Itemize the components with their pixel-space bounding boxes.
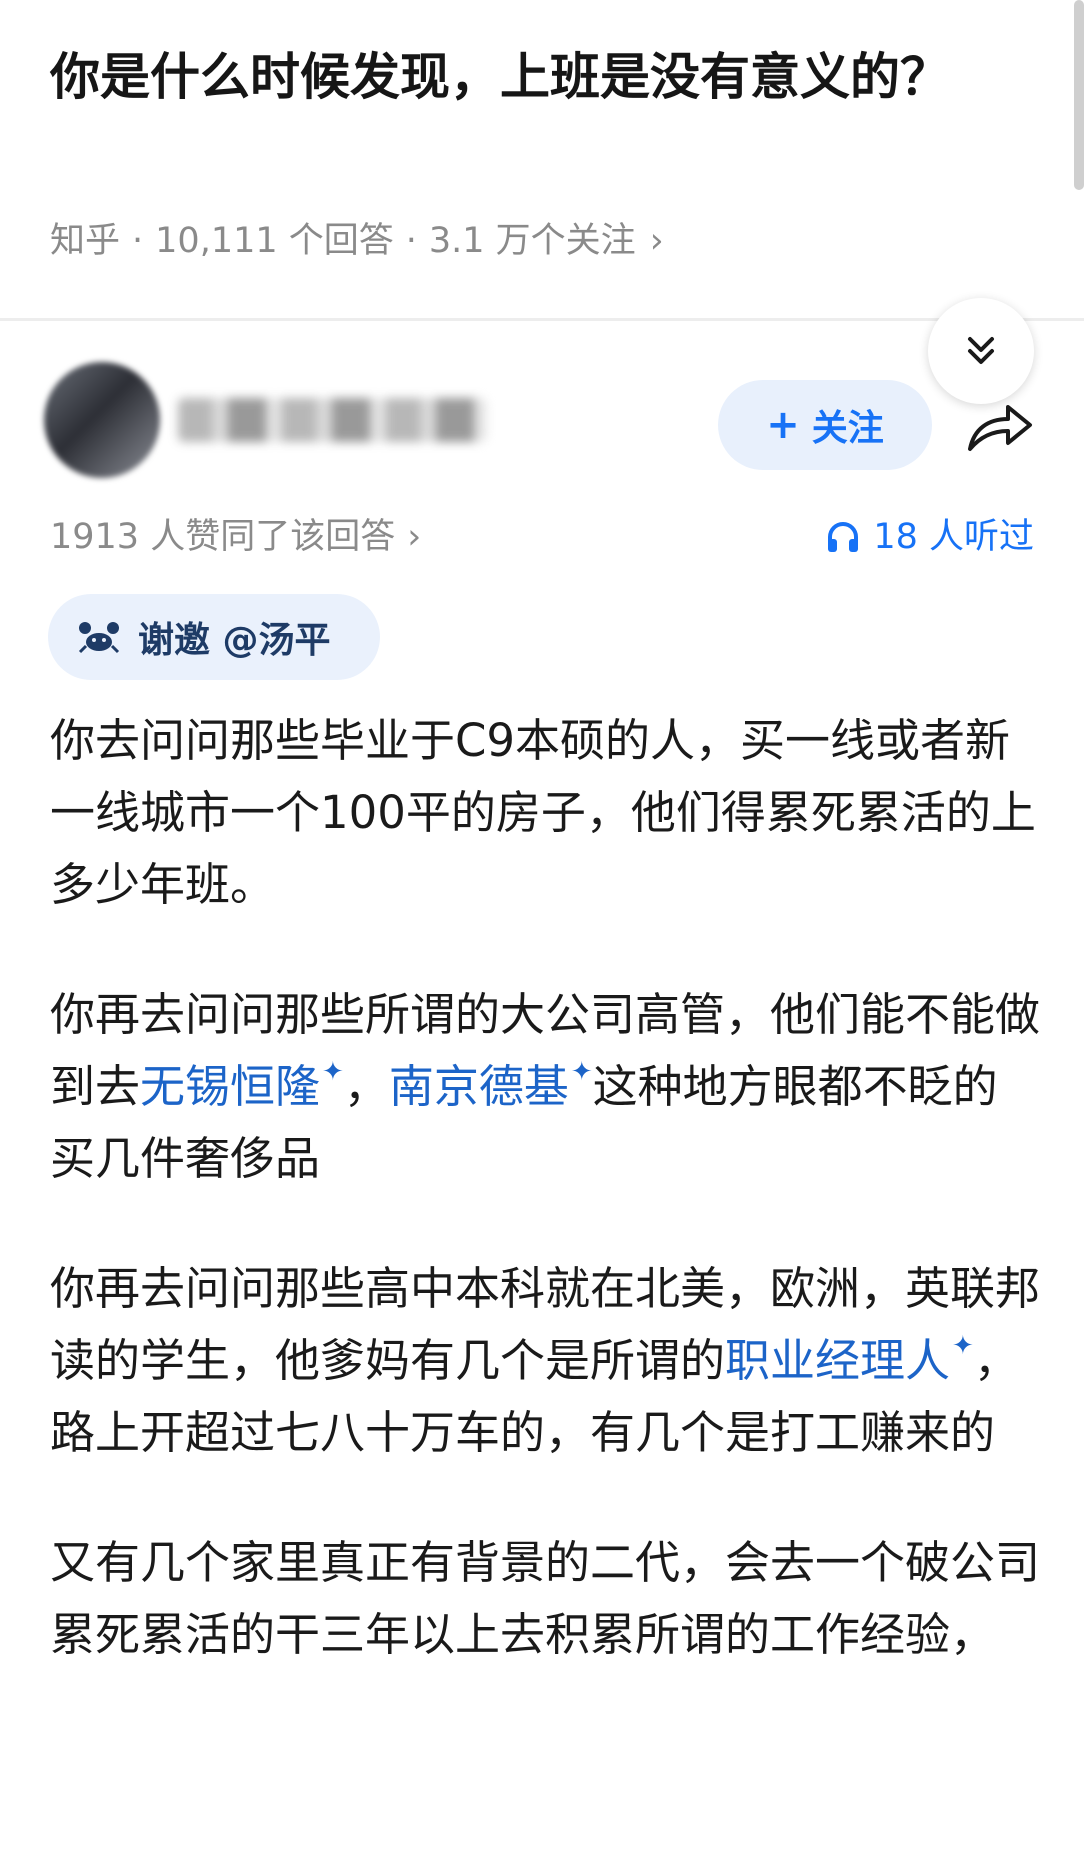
follower-count: 3.1 万个关注 <box>428 221 636 261</box>
paragraph-text: 又有几个家里真正有背景的二代，会去一个破公司累死累活的干三年以上去积累所谓的工作… <box>50 1536 1041 1661</box>
collapse-button[interactable] <box>928 298 1034 404</box>
divider <box>0 318 1084 321</box>
author-name-redacted[interactable] <box>178 398 486 442</box>
answer-count: 10,111 个回答 <box>155 221 394 261</box>
keyword-link[interactable]: 无锡恒隆✦ <box>140 1057 344 1113</box>
answer-paragraph: 你再去问问那些高中本科就在北美，欧洲，英联邦读的学生，他爹妈有几个是所谓的职业经… <box>50 1253 1040 1469</box>
separator-dot: · <box>405 221 417 261</box>
link-text: 无锡恒隆 <box>140 1060 321 1113</box>
follow-label: 关注 <box>811 408 884 449</box>
separator-dot: · <box>132 221 144 261</box>
chevron-right-icon: › <box>407 517 422 557</box>
invite-tag[interactable]: 谢邀 @汤平 <box>48 594 380 680</box>
link-text: 职业经理人 <box>725 1334 951 1387</box>
sparkle-icon: ✦ <box>570 1057 593 1087</box>
invite-text: 谢邀 @汤平 <box>138 620 331 661</box>
question-title[interactable]: 你是什么时候发现，上班是没有意义的？ <box>50 38 990 116</box>
listen-text: 18 人听过 <box>873 517 1034 557</box>
question-meta[interactable]: 知乎 · 10,111 个回答 · 3.1 万个关注 › <box>50 216 664 266</box>
likes-text: 1913 人赞同了该回答 <box>50 517 396 557</box>
sparkle-icon: ✦ <box>952 1331 974 1361</box>
keyword-link[interactable]: 职业经理人✦ <box>725 1331 974 1387</box>
chevrons-down-icon <box>968 337 994 364</box>
link-text: 南京德基 <box>388 1060 569 1113</box>
sparkle-icon: ✦ <box>322 1057 344 1087</box>
answer-page: 你是什么时候发现，上班是没有意义的？ 知乎 · 10,111 个回答 · 3.1 万个关… <box>0 0 1084 1859</box>
headphones-icon <box>828 522 859 552</box>
site-name: 知乎 <box>50 221 121 261</box>
listen-count[interactable]: 18 人听过 <box>825 512 1034 562</box>
answer-paragraph: 你去问问那些毕业于C9本硕的人，买一线或者新一线城市一个100平的房子，他们得累… <box>50 705 1040 921</box>
plus-icon: + <box>766 402 800 448</box>
answer-paragraph: 你再去问问那些所谓的大公司高管，他们能不能做到去无锡恒隆✦，南京德基✦这种地方眼… <box>50 979 1040 1195</box>
follow-button[interactable]: + 关注 <box>718 380 932 470</box>
chevron-right-icon: › <box>649 221 664 261</box>
author-avatar[interactable] <box>44 362 160 478</box>
scrollbar[interactable] <box>1074 0 1084 190</box>
crab-icon <box>78 622 120 654</box>
likes-summary[interactable]: 1913 人赞同了该回答 › <box>50 512 421 562</box>
keyword-link[interactable]: 南京德基✦ <box>388 1057 593 1113</box>
paragraph-text: 你去问问那些毕业于C9本硕的人，买一线或者新一线城市一个100平的房子，他们得累… <box>50 714 1036 911</box>
answer-paragraph: 又有几个家里真正有背景的二代，会去一个破公司累死累活的干三年以上去积累所谓的工作… <box>50 1527 1040 1671</box>
share-icon[interactable] <box>964 395 1036 455</box>
paragraph-text: ， <box>343 1060 389 1113</box>
answer-body: 你去问问那些毕业于C9本硕的人，买一线或者新一线城市一个100平的房子，他们得累… <box>50 705 1040 1729</box>
